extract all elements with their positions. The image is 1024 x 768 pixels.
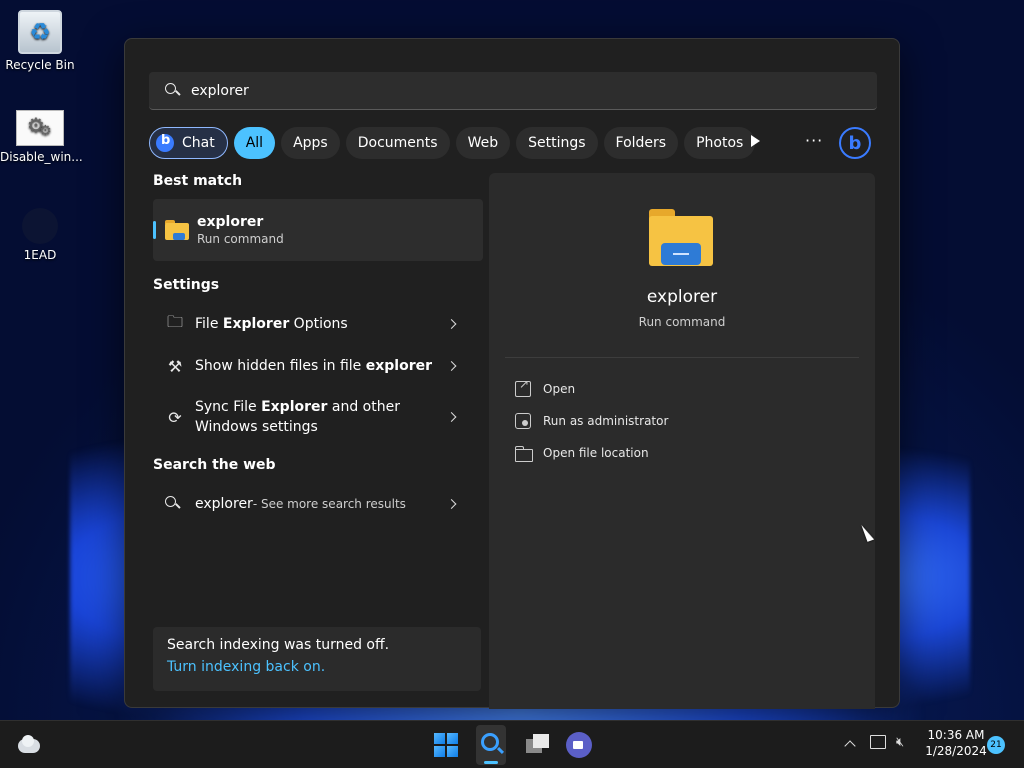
dark-app-icon <box>22 208 58 244</box>
admin-shield-icon <box>515 413 531 429</box>
settings-item-file-explorer-options[interactable]: 🗀 File Explorer Options <box>153 303 483 345</box>
preview-subtitle: Run command <box>638 315 726 329</box>
chevron-right-icon <box>446 361 457 371</box>
filter-folders[interactable]: Folders <box>603 127 679 159</box>
filter-label: Apps <box>293 135 328 151</box>
preview-title: explorer <box>646 287 718 307</box>
file-explorer-icon <box>165 220 189 240</box>
filter-web[interactable]: Web <box>455 127 511 159</box>
search-web-heading: Search the web <box>153 457 276 473</box>
settings-item-show-hidden-files[interactable]: ⚒ Show hidden files in file explorer <box>153 345 483 387</box>
bing-chat-button[interactable]: b <box>839 127 871 159</box>
settings-item-label: Show hidden files in file explorer <box>195 358 433 374</box>
indexing-message: Search indexing was turned off. <box>167 637 390 653</box>
settings-item-label: Sync File Explorer and other Windows set… <box>195 399 400 435</box>
tools-icon: ⚒ <box>167 356 183 376</box>
task-view-icon[interactable] <box>524 731 552 759</box>
sync-icon: ⟳ <box>168 407 182 427</box>
meet-now-icon[interactable] <box>566 732 592 758</box>
chevron-right-icon <box>446 499 457 509</box>
bing-icon <box>156 133 174 152</box>
settings-heading: Settings <box>153 277 220 293</box>
taskbar-clock[interactable]: 10:36 AM 1/28/2024 <box>922 727 990 759</box>
desktop-icon-1ead[interactable]: 1EAD <box>0 204 80 262</box>
chevron-right-icon <box>446 319 457 329</box>
chevron-right-icon <box>446 412 457 422</box>
desktop-icon-disable-win[interactable]: ⚙ ⚙ Disable_win... <box>0 106 83 164</box>
network-icon[interactable] <box>870 735 886 749</box>
web-search-item[interactable]: explorer - See more search results <box>153 483 483 525</box>
open-icon <box>515 377 531 397</box>
filter-settings[interactable]: Settings <box>516 127 598 159</box>
best-match-heading: Best match <box>153 173 243 189</box>
play-icon[interactable] <box>751 135 760 147</box>
turn-indexing-on-link[interactable]: Turn indexing back on. <box>167 659 467 675</box>
bing-icon: b <box>848 132 862 154</box>
best-match-name: explorer <box>197 214 264 230</box>
taskbar-search-button[interactable] <box>476 725 506 765</box>
indexing-notice: Search indexing was turned off. Turn ind… <box>153 627 481 691</box>
preview-pane: explorer Run command Open Run as adminis… <box>489 173 875 709</box>
desktop-icon-label: 1EAD <box>23 248 57 262</box>
settings-item-label: File Explorer Options <box>195 316 348 332</box>
search-input[interactable] <box>191 82 791 99</box>
search-box[interactable] <box>149 72 877 110</box>
best-match-item[interactable]: explorer Run command <box>153 199 483 261</box>
filter-bar: Chat All Apps Documents Web Settings Fol… <box>149 127 756 159</box>
filter-label: Settings <box>528 135 586 151</box>
filter-label: Web <box>467 135 499 151</box>
filter-documents[interactable]: Documents <box>345 127 450 159</box>
desktop-icon-label: Recycle Bin <box>5 58 75 72</box>
volume-muted-icon[interactable]: 🔇︎ <box>896 735 904 750</box>
results-list: Best match explorer Run command Settings… <box>153 173 483 525</box>
filter-photos[interactable]: Photos <box>684 127 756 159</box>
filter-label: Folders <box>615 135 667 151</box>
action-open-file-location[interactable]: Open file location <box>515 437 668 469</box>
clock-date: 1/28/2024 <box>925 744 987 758</box>
desktop-icon-label: Disable_win... <box>0 150 83 164</box>
best-match-type: Run command <box>197 232 284 246</box>
desktop-icon-recycle-bin[interactable]: Recycle Bin <box>0 10 80 72</box>
filter-label: All <box>245 135 264 151</box>
search-icon <box>165 496 181 512</box>
selection-indicator <box>153 221 156 239</box>
action-label: Open file location <box>543 446 649 460</box>
weather-icon[interactable] <box>16 733 42 757</box>
folder-location-icon <box>515 445 533 462</box>
start-button[interactable] <box>434 733 458 757</box>
search-panel: Chat All Apps Documents Web Settings Fol… <box>124 38 900 709</box>
filter-label: Documents <box>357 135 438 151</box>
more-options-icon[interactable]: ··· <box>805 131 823 150</box>
folder-options-icon: 🗀 <box>166 311 183 331</box>
search-icon <box>165 82 181 99</box>
action-open[interactable]: Open <box>515 373 668 405</box>
filter-all[interactable]: All <box>233 127 276 159</box>
divider <box>505 357 859 358</box>
preview-actions: Open Run as administrator Open file loca… <box>515 373 668 469</box>
action-label: Run as administrator <box>543 414 669 428</box>
web-search-suffix: - See more search results <box>252 497 406 511</box>
web-search-query: explorer <box>195 496 253 512</box>
search-icon <box>481 733 499 751</box>
clock-time: 10:36 AM <box>927 728 985 742</box>
file-explorer-icon <box>649 209 713 266</box>
action-label: Open <box>543 382 576 396</box>
filter-apps[interactable]: Apps <box>281 127 340 159</box>
filter-label: Photos <box>696 135 744 151</box>
filter-chat[interactable]: Chat <box>149 127 228 159</box>
settings-item-sync-file-explorer[interactable]: ⟳ Sync File Explorer and other Windows s… <box>153 387 483 447</box>
notification-badge[interactable]: 21 <box>987 736 1005 754</box>
recycle-bin-icon <box>18 10 62 54</box>
action-run-as-admin[interactable]: Run as administrator <box>515 405 668 437</box>
filter-label: Chat <box>182 135 215 151</box>
settings-shortcut-icon: ⚙ ⚙ <box>16 110 64 146</box>
